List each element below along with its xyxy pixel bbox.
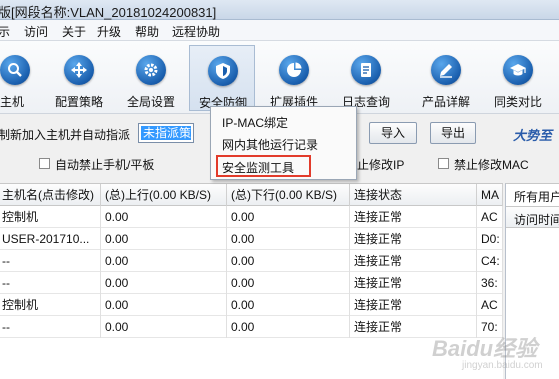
strategy-icon [64,55,94,85]
column-header-mac[interactable]: MA [477,184,503,206]
security-defense-menu: IP-MAC绑定 网内其他运行记录 安全监测工具 [210,106,357,180]
log-icon [351,55,381,85]
cell-status: 连接正常 [350,228,477,250]
cell-download: 0.00 [227,272,350,294]
graduation-cap-icon [503,55,533,85]
block-mac-label: 禁止修改MAC [454,158,529,172]
cell-mac: AC [477,294,503,316]
watermark-brand: Baidu经验 [432,336,538,361]
block-mac-checkbox[interactable] [438,158,449,169]
column-header-upload[interactable]: (总)上行(0.00 KB/S) [101,184,227,206]
cell-status: 连接正常 [350,294,477,316]
search-icon [0,55,30,85]
menu-item-upgrade[interactable]: 升级 [97,23,121,40]
toolbar-log-query-button[interactable]: 日志查询 [333,45,399,111]
cell-hostname: -- [0,316,101,338]
pie-chart-icon [279,55,309,85]
cell-download: 0.00 [227,316,350,338]
cell-hostname: USER-201710... [0,228,101,250]
toolbar-label: 配置策略 [54,95,103,109]
column-header-status[interactable]: 连接状态 [350,184,477,206]
side-panel-title: 所有用户 [514,190,559,204]
table-row[interactable]: -- 0.00 0.00 连接正常 70: [0,316,503,338]
cell-hostname: 控制机 [0,294,101,316]
cell-upload: 0.00 [101,250,227,272]
toolbar-product-details-button[interactable]: 产品详解 [413,45,479,111]
gear-icon [136,55,166,85]
table-row[interactable]: 控制机 0.00 0.00 连接正常 AC [0,206,503,228]
table-row[interactable]: -- 0.00 0.00 连接正常 C4: [0,250,503,272]
menu-item-visit[interactable]: 访问 [24,23,48,40]
cell-status: 连接正常 [350,272,477,294]
toolbar: 主机 配置策略 全局设置 安全防御 扩展插件 日志查询 产品详解 同类对比 [0,41,559,114]
shield-icon [208,56,238,86]
cell-upload: 0.00 [101,294,227,316]
table-row[interactable]: -- 0.00 0.00 连接正常 36: [0,272,503,294]
cell-download: 0.00 [227,250,350,272]
cell-download: 0.00 [227,206,350,228]
table-row[interactable]: USER-201710... 0.00 0.00 连接正常 D0: [0,228,503,250]
brand-slogan: 大势至 [513,128,553,143]
side-panel-header: 访问时间 [506,206,559,228]
toolbar-extensions-button[interactable]: 扩展插件 [261,45,327,111]
menu-item-display[interactable]: 示 [0,23,10,40]
cell-hostname: -- [0,272,101,294]
menu-item-lan-run-records[interactable]: 网内其他运行记录 [222,136,318,153]
block-ip-label: 止修改IP [357,158,405,172]
cell-mac: C4: [477,250,503,272]
pen-icon [431,55,461,85]
watermark: Baidu经验 jingyan.baidu.com [432,327,559,379]
column-header-access-time[interactable]: 访问时间 [514,211,559,228]
cell-upload: 0.00 [101,316,227,338]
cell-upload: 0.00 [101,206,227,228]
menu-bar: 示 访问 关于 升级 帮助 远程协助 [0,20,559,41]
menu-item-security-monitor-tool[interactable]: 安全监测工具 [222,159,294,176]
toolbar-label: 主机 [0,95,25,109]
strategy-select-value: 未指派策 [141,126,191,140]
auto-assign-label: 制新加入主机并自动指派 [0,128,131,142]
table-row[interactable]: 控制机 0.00 0.00 连接正常 AC [0,294,503,316]
menu-item-remote-assist[interactable]: 远程协助 [172,23,220,40]
watermark-url: jingyan.baidu.com [462,360,543,371]
menu-item-ip-mac-binding[interactable]: IP-MAC绑定 [222,114,288,131]
export-button[interactable]: 导出 [430,122,476,144]
menu-item-help[interactable]: 帮助 [135,23,159,40]
toolbar-label: 产品详解 [421,95,470,109]
import-button[interactable]: 导入 [369,122,417,144]
cell-download: 0.00 [227,228,350,250]
toolbar-label: 同类对比 [493,95,542,109]
window-title: 版[网段名称:VLAN_20181024200831] [0,5,217,20]
host-table: 主机名(点击修改) (总)上行(0.00 KB/S) (总)下行(0.00 KB… [0,183,503,379]
toolbar-strategy-button[interactable]: 配置策略 [46,45,112,111]
cell-status: 连接正常 [350,206,477,228]
column-header-hostname[interactable]: 主机名(点击修改) [0,184,101,206]
cell-hostname: 控制机 [0,206,101,228]
cell-mac: 36: [477,272,503,294]
block-phone-checkbox[interactable] [39,158,50,169]
cell-status: 连接正常 [350,250,477,272]
cell-mac: AC [477,206,503,228]
toolbar-global-settings-button[interactable]: 全局设置 [118,45,184,111]
strategy-select[interactable]: 未指派策 [138,123,194,143]
column-header-download[interactable]: (总)下行(0.00 KB/S) [227,184,350,206]
cell-hostname: -- [0,250,101,272]
cell-upload: 0.00 [101,228,227,250]
toolbar-label: 全局设置 [126,95,175,109]
table-header: 主机名(点击修改) (总)上行(0.00 KB/S) (总)下行(0.00 KB… [0,184,503,206]
menu-item-about[interactable]: 关于 [62,23,86,40]
cell-mac: D0: [477,228,503,250]
title-bar: 版[网段名称:VLAN_20181024200831] [0,0,559,20]
toolbar-comparison-button[interactable]: 同类对比 [485,45,551,111]
block-phone-label: 自动禁止手机/平板 [55,158,155,172]
cell-download: 0.00 [227,294,350,316]
cell-upload: 0.00 [101,272,227,294]
toolbar-security-defense-button[interactable]: 安全防御 [189,45,255,111]
toolbar-hosts-button[interactable]: 主机 [0,45,48,111]
